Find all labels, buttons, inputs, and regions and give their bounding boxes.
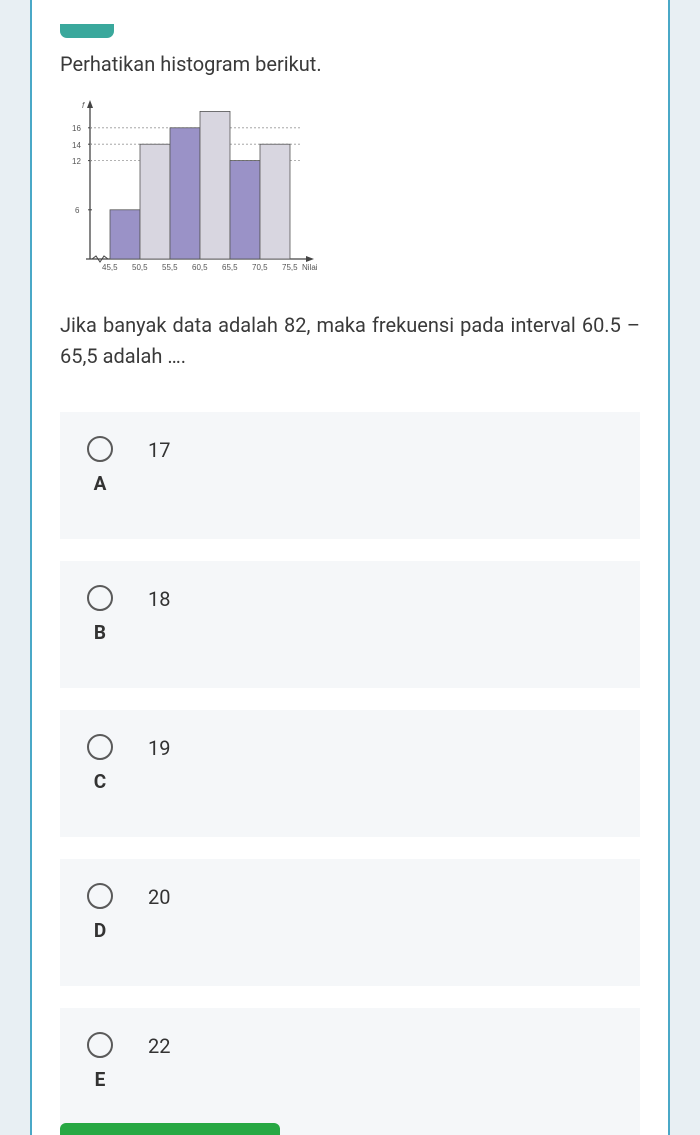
xtick-3: 60,5 xyxy=(192,263,208,272)
radio-circle-icon[interactable] xyxy=(87,1032,113,1058)
radio-column: E xyxy=(80,1032,120,1091)
option-letter: B xyxy=(94,621,106,644)
radio-column: A xyxy=(80,436,120,495)
question-card: Perhatikan histogram berikut. 6 12 14 xyxy=(30,0,670,1135)
xtick-5: 70,5 xyxy=(252,263,268,272)
answer-option-d[interactable]: D 20 xyxy=(60,859,640,986)
content-area: Perhatikan histogram berikut. 6 12 14 xyxy=(32,0,668,1135)
option-value: 22 xyxy=(148,1032,170,1058)
option-value: 18 xyxy=(148,585,170,611)
answers-list: A 17 B 18 C 19 xyxy=(60,412,640,1135)
radio-column: C xyxy=(80,734,120,793)
xtick-4: 65,5 xyxy=(222,263,238,272)
ytick-6: 6 xyxy=(75,206,80,215)
bar-4 xyxy=(200,111,230,259)
option-letter: D xyxy=(94,919,106,942)
radio-column: D xyxy=(80,883,120,942)
ylabel: f xyxy=(82,101,85,110)
xtick-1: 50,5 xyxy=(132,263,148,272)
header-pill xyxy=(60,24,114,38)
bar-3 xyxy=(170,128,200,259)
bar-1 xyxy=(110,210,140,259)
bar-5 xyxy=(230,161,260,259)
option-letter: C xyxy=(94,770,106,793)
ytick-14: 14 xyxy=(72,141,81,150)
progress-bar xyxy=(60,1123,280,1135)
answer-option-b[interactable]: B 18 xyxy=(60,561,640,688)
answer-option-c[interactable]: C 19 xyxy=(60,710,640,837)
radio-circle-icon[interactable] xyxy=(87,734,113,760)
radio-circle-icon[interactable] xyxy=(87,883,113,909)
ytick-16: 16 xyxy=(72,124,81,133)
option-letter: A xyxy=(94,472,107,495)
answer-option-e[interactable]: E 22 xyxy=(60,1008,640,1135)
ytick-12: 12 xyxy=(72,157,81,166)
bar-6 xyxy=(260,144,290,259)
histogram-chart: 6 12 14 16 f xyxy=(60,94,640,288)
radio-circle-icon[interactable] xyxy=(87,436,113,462)
option-letter: E xyxy=(95,1068,106,1091)
answer-option-a[interactable]: A 17 xyxy=(60,412,640,539)
intro-text: Perhatikan histogram berikut. xyxy=(60,52,640,76)
question-text: Jika banyak data adalah 82, maka frekuen… xyxy=(60,310,640,372)
xtick-6: 75,5 xyxy=(282,263,298,272)
radio-circle-icon[interactable] xyxy=(87,585,113,611)
option-value: 17 xyxy=(148,436,170,462)
bar-2 xyxy=(140,144,170,259)
option-value: 20 xyxy=(148,883,170,909)
xtick-0: 45,5 xyxy=(102,263,118,272)
xlabel: Nilai xyxy=(302,263,318,272)
xtick-2: 55,5 xyxy=(162,263,178,272)
radio-column: B xyxy=(80,585,120,644)
option-value: 19 xyxy=(148,734,170,760)
